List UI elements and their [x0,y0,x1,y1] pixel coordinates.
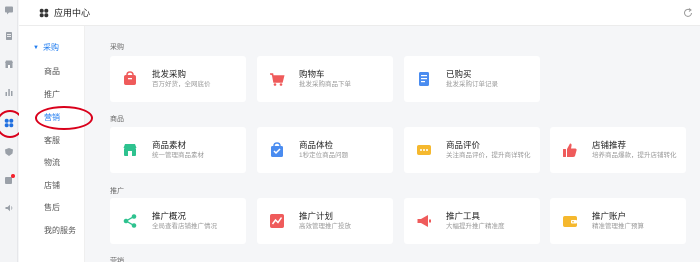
card-desc: 大幅提升推广精准度 [446,222,505,230]
card-desc: 全局查看店铺推广情况 [152,222,217,230]
app-card-store-recommend[interactable]: 店铺推荐 培养商品爆款，提升店铺转化 [550,127,686,173]
card-desc: 统一管理商品素材 [152,151,204,159]
bar-chart-icon[interactable] [3,86,15,98]
card-desc: 批发采购商品下单 [299,80,351,88]
check-bag-icon [269,142,285,158]
thumb-up-icon [562,142,578,158]
wallet-icon [562,213,578,229]
card-title: 购物车 [299,68,325,79]
app-card-goods-review[interactable]: 商品评价 关注商品评价，提升商详转化 [404,127,540,173]
notification-icon[interactable] [3,174,15,186]
card-title: 商品评价 [446,139,481,150]
app-card-promo-account[interactable]: 推广账户 精准管理推广预算 [550,198,686,244]
cart-icon [269,71,285,87]
card-desc: 高效管理推广投放 [299,222,351,230]
app-card-goods-checkup[interactable]: 商品体检 1秒定位商品问题 [257,127,393,173]
category-sidebar: ▼ 采购 商品 推广 营销 客服 物流 店铺 售后 我的服务 [19,26,93,262]
page-title: 应用中心 [54,8,91,18]
app-card-promo-overview[interactable]: 推广概况 全局查看店铺推广情况 [110,198,246,244]
sidebar-item-promotion[interactable]: 推广 [44,89,60,100]
app-card-promo-plan[interactable]: 推广计划 高效管理推广投放 [257,198,393,244]
refresh-icon[interactable] [682,7,694,19]
section-title-marketing: 营销 [110,258,124,262]
app-card-promo-tools[interactable]: 推广工具 大幅提升推广精准度 [404,198,540,244]
card-title: 商品体检 [299,139,334,150]
speaker-icon[interactable] [3,202,15,214]
sidebar-item-logistics[interactable]: 物流 [44,157,60,168]
card-desc: 培养商品爆款，提升店铺转化 [592,151,677,159]
sidebar-group-purchase[interactable]: ▼ 采购 [33,42,59,53]
card-title: 商品素材 [152,139,187,150]
section-title-promotion: 推广 [110,188,124,195]
card-title: 已购买 [446,68,472,79]
sidebar-item-goods[interactable]: 商品 [44,66,60,77]
caret-down-icon: ▼ [33,44,39,51]
shop-icon[interactable] [3,58,15,70]
red-annotation-circle-marketing [35,106,93,130]
sidebar-item-service[interactable]: 客服 [44,135,60,146]
sidebar-item-store[interactable]: 店铺 [44,180,60,191]
app-card-cart[interactable]: 购物车 批发采购商品下单 [257,56,393,102]
apps-icon [39,8,49,17]
card-title: 推广工具 [446,210,481,221]
card-desc: 百万好货，全网底价 [152,80,211,88]
sidebar-item-my-services[interactable]: 我的服务 [44,225,76,236]
share-icon [122,213,138,229]
message-icon[interactable] [3,4,15,16]
card-title: 推广账户 [592,210,627,221]
card-desc: 精准管理推广预算 [592,222,644,230]
sidebar-item-aftersale[interactable]: 售后 [44,202,60,213]
app-card-goods-material[interactable]: 商品素材 统一管理商品素材 [110,127,246,173]
megaphone-icon [416,213,432,229]
card-title: 推广概况 [152,210,187,221]
card-desc: 批发采购订单记录 [446,80,498,88]
card-title: 推广计划 [299,210,334,221]
trend-icon [269,213,285,229]
receipt-icon [416,71,432,87]
comment-icon [416,142,432,158]
card-desc: 1秒定位商品问题 [299,151,349,159]
app-card-purchased[interactable]: 已购买 批发采购订单记录 [404,56,540,102]
card-desc: 关注商品评价，提升商详转化 [446,151,531,159]
notification-dot [11,174,15,178]
app-card-wholesale[interactable]: 批发采购 百万好货，全网底价 [110,56,246,102]
sidebar-group-label: 采购 [42,43,59,52]
card-title: 批发采购 [152,68,187,79]
shield-icon[interactable] [3,146,15,158]
card-title: 店铺推荐 [592,139,627,150]
document-icon[interactable] [3,30,15,42]
section-title-purchase: 采购 [110,44,124,51]
bag-icon [122,71,138,87]
page-header: 应用中心 [19,0,700,26]
section-title-goods: 商品 [110,116,124,123]
store-icon [122,142,138,158]
